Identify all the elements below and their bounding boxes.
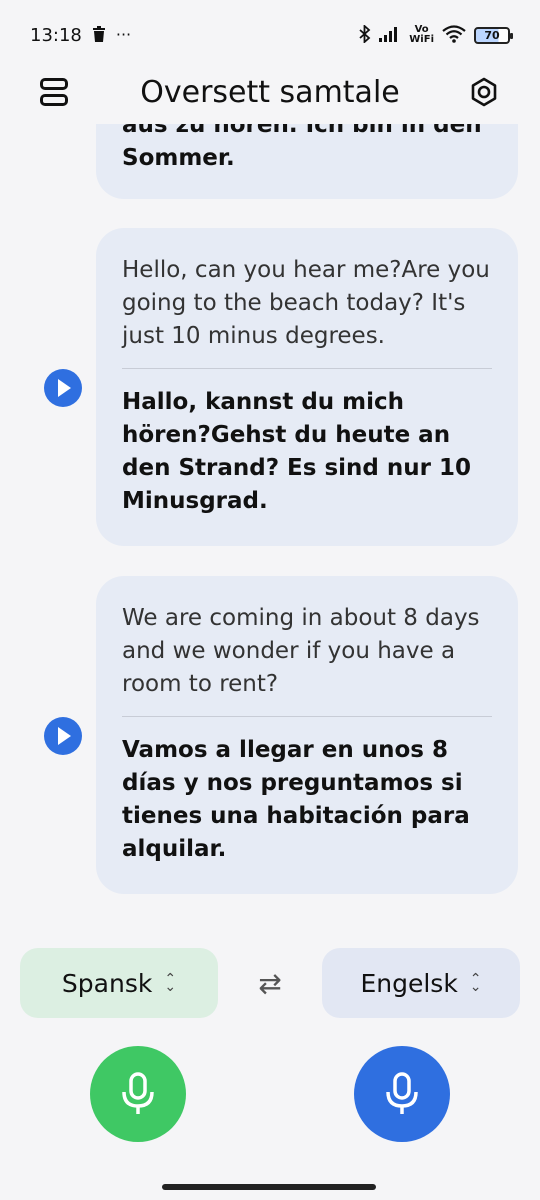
microphone-icon <box>386 1072 418 1114</box>
status-right: Vo WiFi 70 <box>359 23 513 46</box>
source-language-button[interactable]: Spansk ⌃ ⌄ <box>20 948 218 1018</box>
microphone-icon <box>122 1072 154 1114</box>
target-language-button[interactable]: Engelsk ⌃ ⌄ <box>322 948 520 1018</box>
battery-level: 70 <box>484 28 500 42</box>
menu-icon[interactable] <box>36 74 76 110</box>
vowifi-icon: Vo WiFi <box>409 24 434 45</box>
message-bubble: Hello, can you hear me?Are you going to … <box>96 228 518 546</box>
message-translation: aus zu hören. Ich bin in den Sommer. <box>122 124 482 175</box>
translation-partial-line: aus zu hören. Ich bin in den <box>122 124 482 138</box>
battery-icon: 70 <box>474 26 513 44</box>
message-divider <box>122 368 492 369</box>
chevron-updown-icon: ⌃ ⌄ <box>164 971 177 995</box>
source-language-label: Spansk <box>61 968 153 998</box>
translation-tail: Sommer. <box>122 145 235 171</box>
status-left: 13:18 ··· <box>30 25 131 46</box>
message-translation: Hallo, kannst du mich hören?Gehst du heu… <box>122 389 471 514</box>
target-mic-button[interactable] <box>354 1046 450 1142</box>
signal-icon <box>379 26 401 45</box>
more-dots-icon: ··· <box>115 25 132 44</box>
home-indicator[interactable] <box>162 1184 376 1190</box>
app-header: Oversett samtale <box>0 60 540 124</box>
message-source: We are coming in about 8 days and we won… <box>122 605 480 697</box>
chevron-updown-icon: ⌃ ⌄ <box>469 971 482 995</box>
swap-icon[interactable]: ⇄ <box>250 964 290 1004</box>
page-title: Oversett samtale <box>140 74 400 110</box>
play-icon[interactable] <box>44 717 82 755</box>
message-source: Hello, can you hear me?Are you going to … <box>122 257 490 349</box>
conversation-list[interactable]: aus zu hören. Ich bin in den Sommer. Hel… <box>0 124 540 934</box>
settings-icon[interactable] <box>468 76 500 108</box>
play-icon[interactable] <box>44 369 82 407</box>
target-language-label: Engelsk <box>360 968 458 998</box>
status-time: 13:18 <box>30 24 82 46</box>
message-divider <box>122 716 492 717</box>
trash-icon <box>92 25 106 45</box>
message-translation: Vamos a llegar en unos 8 días y nos preg… <box>122 737 470 862</box>
language-selector: Spansk ⌃ ⌄ ⇄ Engelsk ⌃ ⌄ <box>0 948 540 1020</box>
bluetooth-icon <box>359 23 371 46</box>
wifi-icon <box>442 24 466 46</box>
source-mic-button[interactable] <box>90 1046 186 1142</box>
message-bubble: We are coming in about 8 days and we won… <box>96 576 518 894</box>
message-bubble: aus zu hören. Ich bin in den Sommer. <box>96 124 518 199</box>
